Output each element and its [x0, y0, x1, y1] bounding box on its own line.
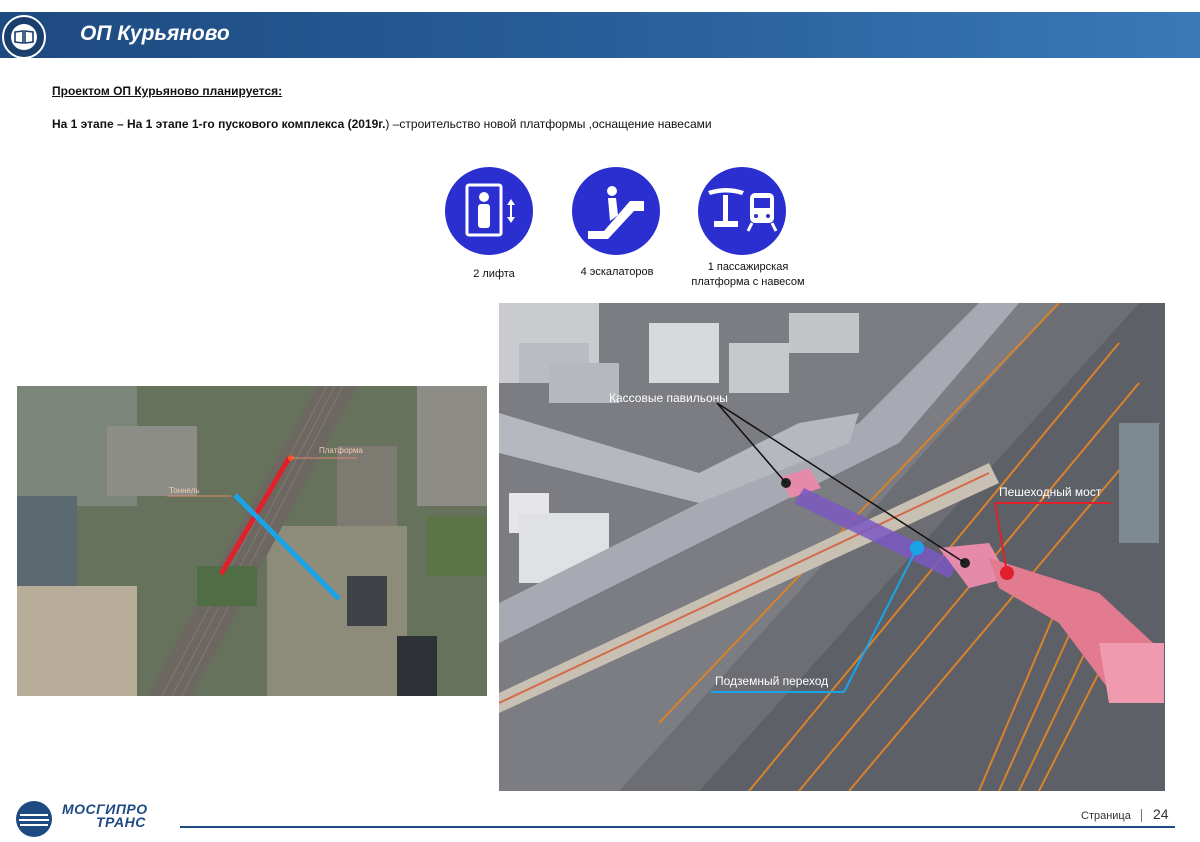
escalator-label: 4 эскалаторов [580, 266, 654, 278]
pedestrian-bridge-label: Пешеходный мост [999, 485, 1102, 499]
escalator-icon [572, 167, 660, 255]
station-3d-render: Кассовые павильоны Пешеходный мост Подзе… [499, 303, 1165, 791]
page-separator [1141, 809, 1142, 822]
brand-line2: ТРАНС [96, 814, 146, 830]
page-number: 24 [1153, 806, 1169, 822]
aerial-satellite-map: Платформа Тоннель [17, 386, 487, 696]
intro-heading: Проектом ОП Курьяново планируется: [52, 84, 283, 98]
footer-divider [180, 826, 1175, 828]
stage-bold-text: На 1 этапе – На 1 этапе 1-го пускового к… [52, 117, 386, 131]
elevator-label: 2 лифта [473, 268, 515, 280]
book-logo-icon [2, 15, 46, 59]
elevator-icon [445, 167, 533, 255]
company-logo-icon [16, 801, 52, 837]
platform-canopy-icon [698, 167, 786, 255]
page-label: Страница [1081, 810, 1131, 822]
platform-label-line1: 1 пассажирская [707, 261, 789, 273]
map-platform-label: Платформа [319, 446, 363, 455]
platform-label-line2: платформа с навесом [691, 276, 805, 288]
platform-label: 1 пассажирская платформа с навесом [672, 260, 824, 290]
page-title: ОП Курьяново [80, 22, 230, 45]
underground-passage-label: Подземный переход [715, 674, 829, 688]
map-tunnel-label: Тоннель [169, 486, 200, 495]
ticket-pavilions-label: Кассовые павильоны [609, 391, 728, 405]
stage-rest-text: ) –строительство новой платформы ,оснаще… [385, 117, 712, 131]
company-brand: МОСГИПРО ТРАНС [62, 802, 148, 830]
stage-description: На 1 этапе – На 1 этапе 1-го пускового к… [52, 117, 712, 131]
